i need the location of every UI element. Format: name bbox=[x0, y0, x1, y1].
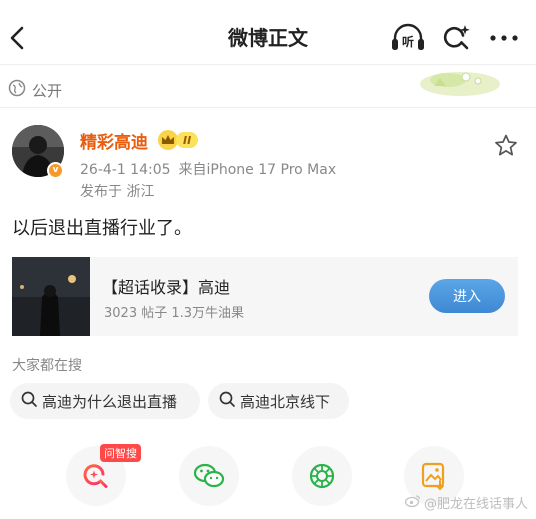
hot-search-title: 大家都在搜 bbox=[12, 358, 82, 374]
visibility-indicator: 公开 bbox=[8, 76, 62, 104]
wechat-icon[interactable] bbox=[179, 446, 239, 506]
hot-search-pill[interactable]: 高迪北京线下 bbox=[208, 383, 349, 419]
join-button[interactable]: 进入 bbox=[429, 279, 505, 313]
headphones-listen-icon[interactable]: 听 bbox=[388, 20, 428, 56]
vip-badge[interactable]: II bbox=[157, 129, 199, 151]
hot-search-pill[interactable]: 高迪为什么退出直播 bbox=[10, 383, 200, 419]
moments-icon[interactable] bbox=[292, 446, 352, 506]
post-location: 发布于 浙江 bbox=[80, 184, 155, 200]
visibility-label: 公开 bbox=[32, 81, 63, 100]
supertopic-card[interactable]: 【超话收录】高迪 3023 帖子 1.3万牛油果 进入 bbox=[12, 257, 518, 336]
supertopic-title: 【超话收录】高迪 bbox=[102, 278, 231, 297]
ask-ai-badge: 问智搜 bbox=[100, 444, 141, 462]
post-text: 以后退出直播行业了。 bbox=[12, 218, 192, 239]
section-divider bbox=[0, 107, 536, 108]
post-source: 来自iPhone 17 Pro Max bbox=[178, 162, 337, 178]
globe-icon bbox=[8, 79, 26, 101]
supertopic-cover-image bbox=[12, 257, 90, 336]
supertopic-stats: 3023 帖子 1.3万牛油果 bbox=[104, 306, 245, 321]
verified-v-badge: v bbox=[47, 162, 64, 179]
star-icon[interactable] bbox=[492, 132, 520, 160]
weibo-logo-icon bbox=[404, 494, 421, 512]
search-icon bbox=[218, 390, 236, 412]
author-name[interactable]: 精彩高迪 bbox=[80, 128, 148, 153]
nav-divider bbox=[0, 64, 536, 65]
vip-level: II bbox=[176, 132, 199, 148]
card-decoration-illustration bbox=[418, 66, 502, 100]
hot-search-query: 高迪为什么退出直播 bbox=[42, 392, 178, 411]
hot-search-query: 高迪北京线下 bbox=[240, 392, 331, 411]
more-dots-icon[interactable] bbox=[484, 20, 524, 56]
chevron-left-icon[interactable] bbox=[6, 20, 30, 56]
listen-glyph: 听 bbox=[402, 34, 414, 49]
watermark: @肥龙在线话事人 bbox=[404, 493, 528, 512]
watermark-text: @肥龙在线话事人 bbox=[423, 497, 528, 512]
search-icon bbox=[20, 390, 38, 412]
ai-search-icon[interactable] bbox=[437, 20, 477, 56]
post-time: 26-4-1 14:05 bbox=[80, 162, 171, 178]
post-meta: 26-4-1 14:05 来自iPhone 17 Pro Max bbox=[80, 159, 336, 179]
